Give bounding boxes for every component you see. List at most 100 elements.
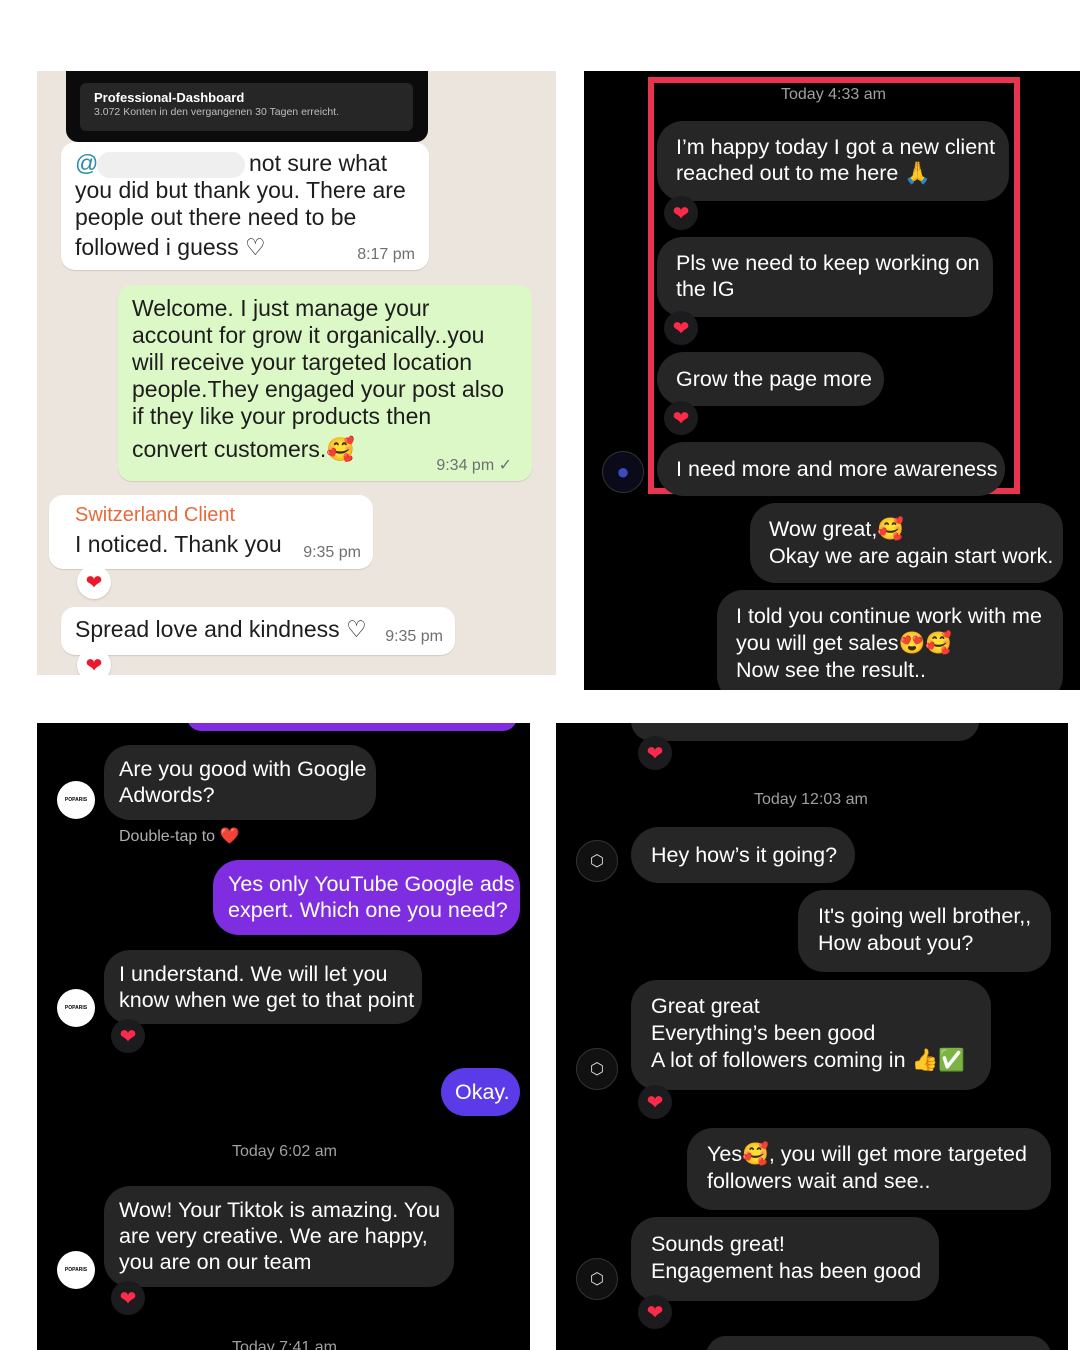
mention[interactable]: @ (75, 150, 98, 178)
redacted-username (97, 152, 245, 178)
instagram-chat-panel-3: ❤ Today 12:03 am ⬡ Hey how’s it going? I… (556, 723, 1068, 1350)
message-line: followed i guess ♡ (75, 234, 266, 260)
previous-message-edge (187, 723, 517, 731)
message-time-read: 9:34 pm ✓ (436, 457, 512, 474)
message-line: Great great (651, 994, 760, 1018)
heart-reaction[interactable]: ❤ (638, 1295, 672, 1329)
dashboard-card[interactable]: Professional-Dashboard 3.072 Konten in d… (66, 71, 428, 142)
message-line: the IG (676, 277, 735, 301)
message-line: you did but thank you. There are (75, 177, 406, 203)
message-line: are very creative. We are happy, (119, 1224, 428, 1248)
contact-avatar[interactable]: ⬡ (576, 840, 618, 882)
double-tap-hint: Double-tap to ❤️ (119, 828, 240, 845)
outgoing-message[interactable]: Wow great,🥰 Okay we are again start work… (750, 503, 1063, 583)
instagram-chat-panel-2: POPARIS Are you good with Google Adwords… (37, 723, 530, 1350)
person-icon: ● (616, 459, 630, 484)
heart-reaction[interactable]: ❤ (638, 1085, 672, 1119)
message-line: you are on our team (119, 1250, 312, 1274)
outgoing-message[interactable]: Okay. (441, 1068, 520, 1116)
next-message-edge (706, 1336, 1051, 1350)
message-line: I understand. We will let you (119, 962, 388, 986)
cube-icon: ⬡ (590, 1061, 604, 1078)
sender-name: Switzerland Client (75, 504, 236, 526)
incoming-message[interactable]: Are you good with Google Adwords? (104, 745, 376, 820)
outgoing-message[interactable]: Yes only YouTube Google ads expert. Whic… (213, 860, 520, 935)
cube-icon: ⬡ (590, 1271, 604, 1288)
message-time: 8:17 pm (357, 246, 415, 263)
timestamp: Today 7:41 am (232, 1339, 337, 1350)
message-line: reached out to me here 🙏 (676, 161, 932, 185)
message-text: Hey how’s it going? (651, 843, 838, 867)
message-line: Wow! Your Tiktok is amazing. You (119, 1198, 441, 1222)
incoming-message[interactable]: Spread love and kindness ♡ 9:35 pm (61, 607, 455, 655)
avatar-label: POPARIS (64, 797, 88, 803)
message-line: Okay we are again start work. (769, 544, 1054, 568)
heart-reaction[interactable]: ❤ (111, 1019, 145, 1053)
message-line: Pls we need to keep working on (676, 251, 980, 275)
message-line: Yes🥰, you will get more targeted (707, 1142, 1027, 1166)
message-line: I need more and more awareness (676, 457, 998, 481)
timestamp: Today 6:02 am (232, 1143, 337, 1160)
incoming-message[interactable]: @ not sure what you did but thank you. T… (61, 142, 429, 270)
message-line: convert customers.🥰 (132, 436, 355, 462)
incoming-message[interactable]: I need more and more awareness (657, 442, 1005, 496)
contact-avatar[interactable]: ⬡ (576, 1258, 618, 1300)
instagram-chat-panel-1: Today 4:33 am I’m happy today I got a ne… (584, 71, 1080, 690)
heart-reaction[interactable]: ❤ (77, 565, 111, 599)
message-line: Grow the page more (676, 367, 872, 391)
contact-avatar[interactable]: ● (602, 451, 644, 493)
timestamp: Today 12:03 am (754, 791, 868, 808)
incoming-message[interactable]: Grow the page more (657, 352, 884, 406)
message-line: Sounds great! (651, 1232, 785, 1256)
previous-message-edge (631, 723, 979, 741)
incoming-message[interactable]: Switzerland Client I noticed. Thank you … (49, 495, 373, 569)
message-line: Are you good with Google (119, 757, 367, 781)
message-line: Yes only YouTube Google ads (228, 872, 515, 896)
brand-avatar[interactable]: POPARIS (57, 989, 95, 1027)
heart-reaction[interactable]: ❤ (111, 1281, 145, 1315)
message-time: 9:35 pm (385, 628, 443, 645)
message-line: Wow great,🥰 (769, 517, 905, 541)
contact-avatar[interactable]: ⬡ (576, 1048, 618, 1090)
message-line: expert. Which one you need? (228, 898, 508, 922)
dashboard-subtitle: 3.072 Konten in den vergangenen 30 Tagen… (94, 106, 339, 118)
outgoing-message[interactable]: Yes🥰, you will get more targeted followe… (687, 1128, 1051, 1210)
cube-icon: ⬡ (590, 853, 604, 870)
message-line: people.They engaged your post also (132, 376, 505, 402)
incoming-message[interactable]: Hey how’s it going? (631, 827, 855, 883)
outgoing-message[interactable]: Welcome. I just manage your account for … (118, 285, 532, 481)
incoming-message[interactable]: I’m happy today I got a new client reach… (657, 121, 1009, 201)
incoming-message[interactable]: Pls we need to keep working on the IG (657, 237, 993, 317)
incoming-message[interactable]: Sounds great! Engagement has been good (631, 1217, 939, 1301)
heart-reaction[interactable]: ❤ (664, 311, 698, 345)
message-line: account for grow it organically..you (132, 322, 485, 348)
brand-avatar[interactable]: POPARIS (57, 781, 95, 819)
message-line: It's going well brother,, (818, 904, 1032, 928)
message-line: I told you continue work with me (736, 604, 1042, 628)
heart-reaction[interactable]: ❤ (638, 736, 672, 770)
incoming-message[interactable]: I understand. We will let you know when … (104, 950, 422, 1024)
outgoing-message[interactable]: I told you continue work with me you wil… (717, 590, 1063, 690)
brand-avatar[interactable]: POPARIS (57, 1251, 95, 1289)
outgoing-message[interactable]: It's going well brother,, How about you? (798, 890, 1051, 972)
message-line: Welcome. I just manage your (132, 295, 430, 321)
message-line: Now see the result.. (736, 658, 927, 682)
heart-reaction[interactable]: ❤ (664, 196, 698, 230)
message-line: How about you? (818, 931, 974, 955)
message-text: I noticed. Thank you (75, 531, 282, 557)
message-line: followers wait and see.. (707, 1169, 931, 1193)
incoming-message[interactable]: Great great Everything’s been good A lot… (631, 980, 991, 1090)
heart-reaction[interactable]: ❤ (77, 648, 111, 675)
message-line: know when we get to that point (119, 988, 415, 1012)
heart-reaction[interactable]: ❤ (664, 401, 698, 435)
avatar-label: POPARIS (64, 1005, 88, 1011)
message-line: people out there need to be (75, 204, 357, 230)
message-text: Okay. (455, 1080, 510, 1104)
message-time: 9:35 pm (303, 544, 361, 561)
message-line: Everything’s been good (651, 1021, 876, 1045)
dashboard-title: Professional-Dashboard (94, 90, 245, 105)
incoming-message[interactable]: Wow! Your Tiktok is amazing. You are ver… (104, 1186, 454, 1287)
message-line: I’m happy today I got a new client (676, 135, 996, 159)
message-line: you will get sales😍🥰 (736, 631, 953, 655)
message-text: Spread love and kindness ♡ (75, 616, 367, 642)
